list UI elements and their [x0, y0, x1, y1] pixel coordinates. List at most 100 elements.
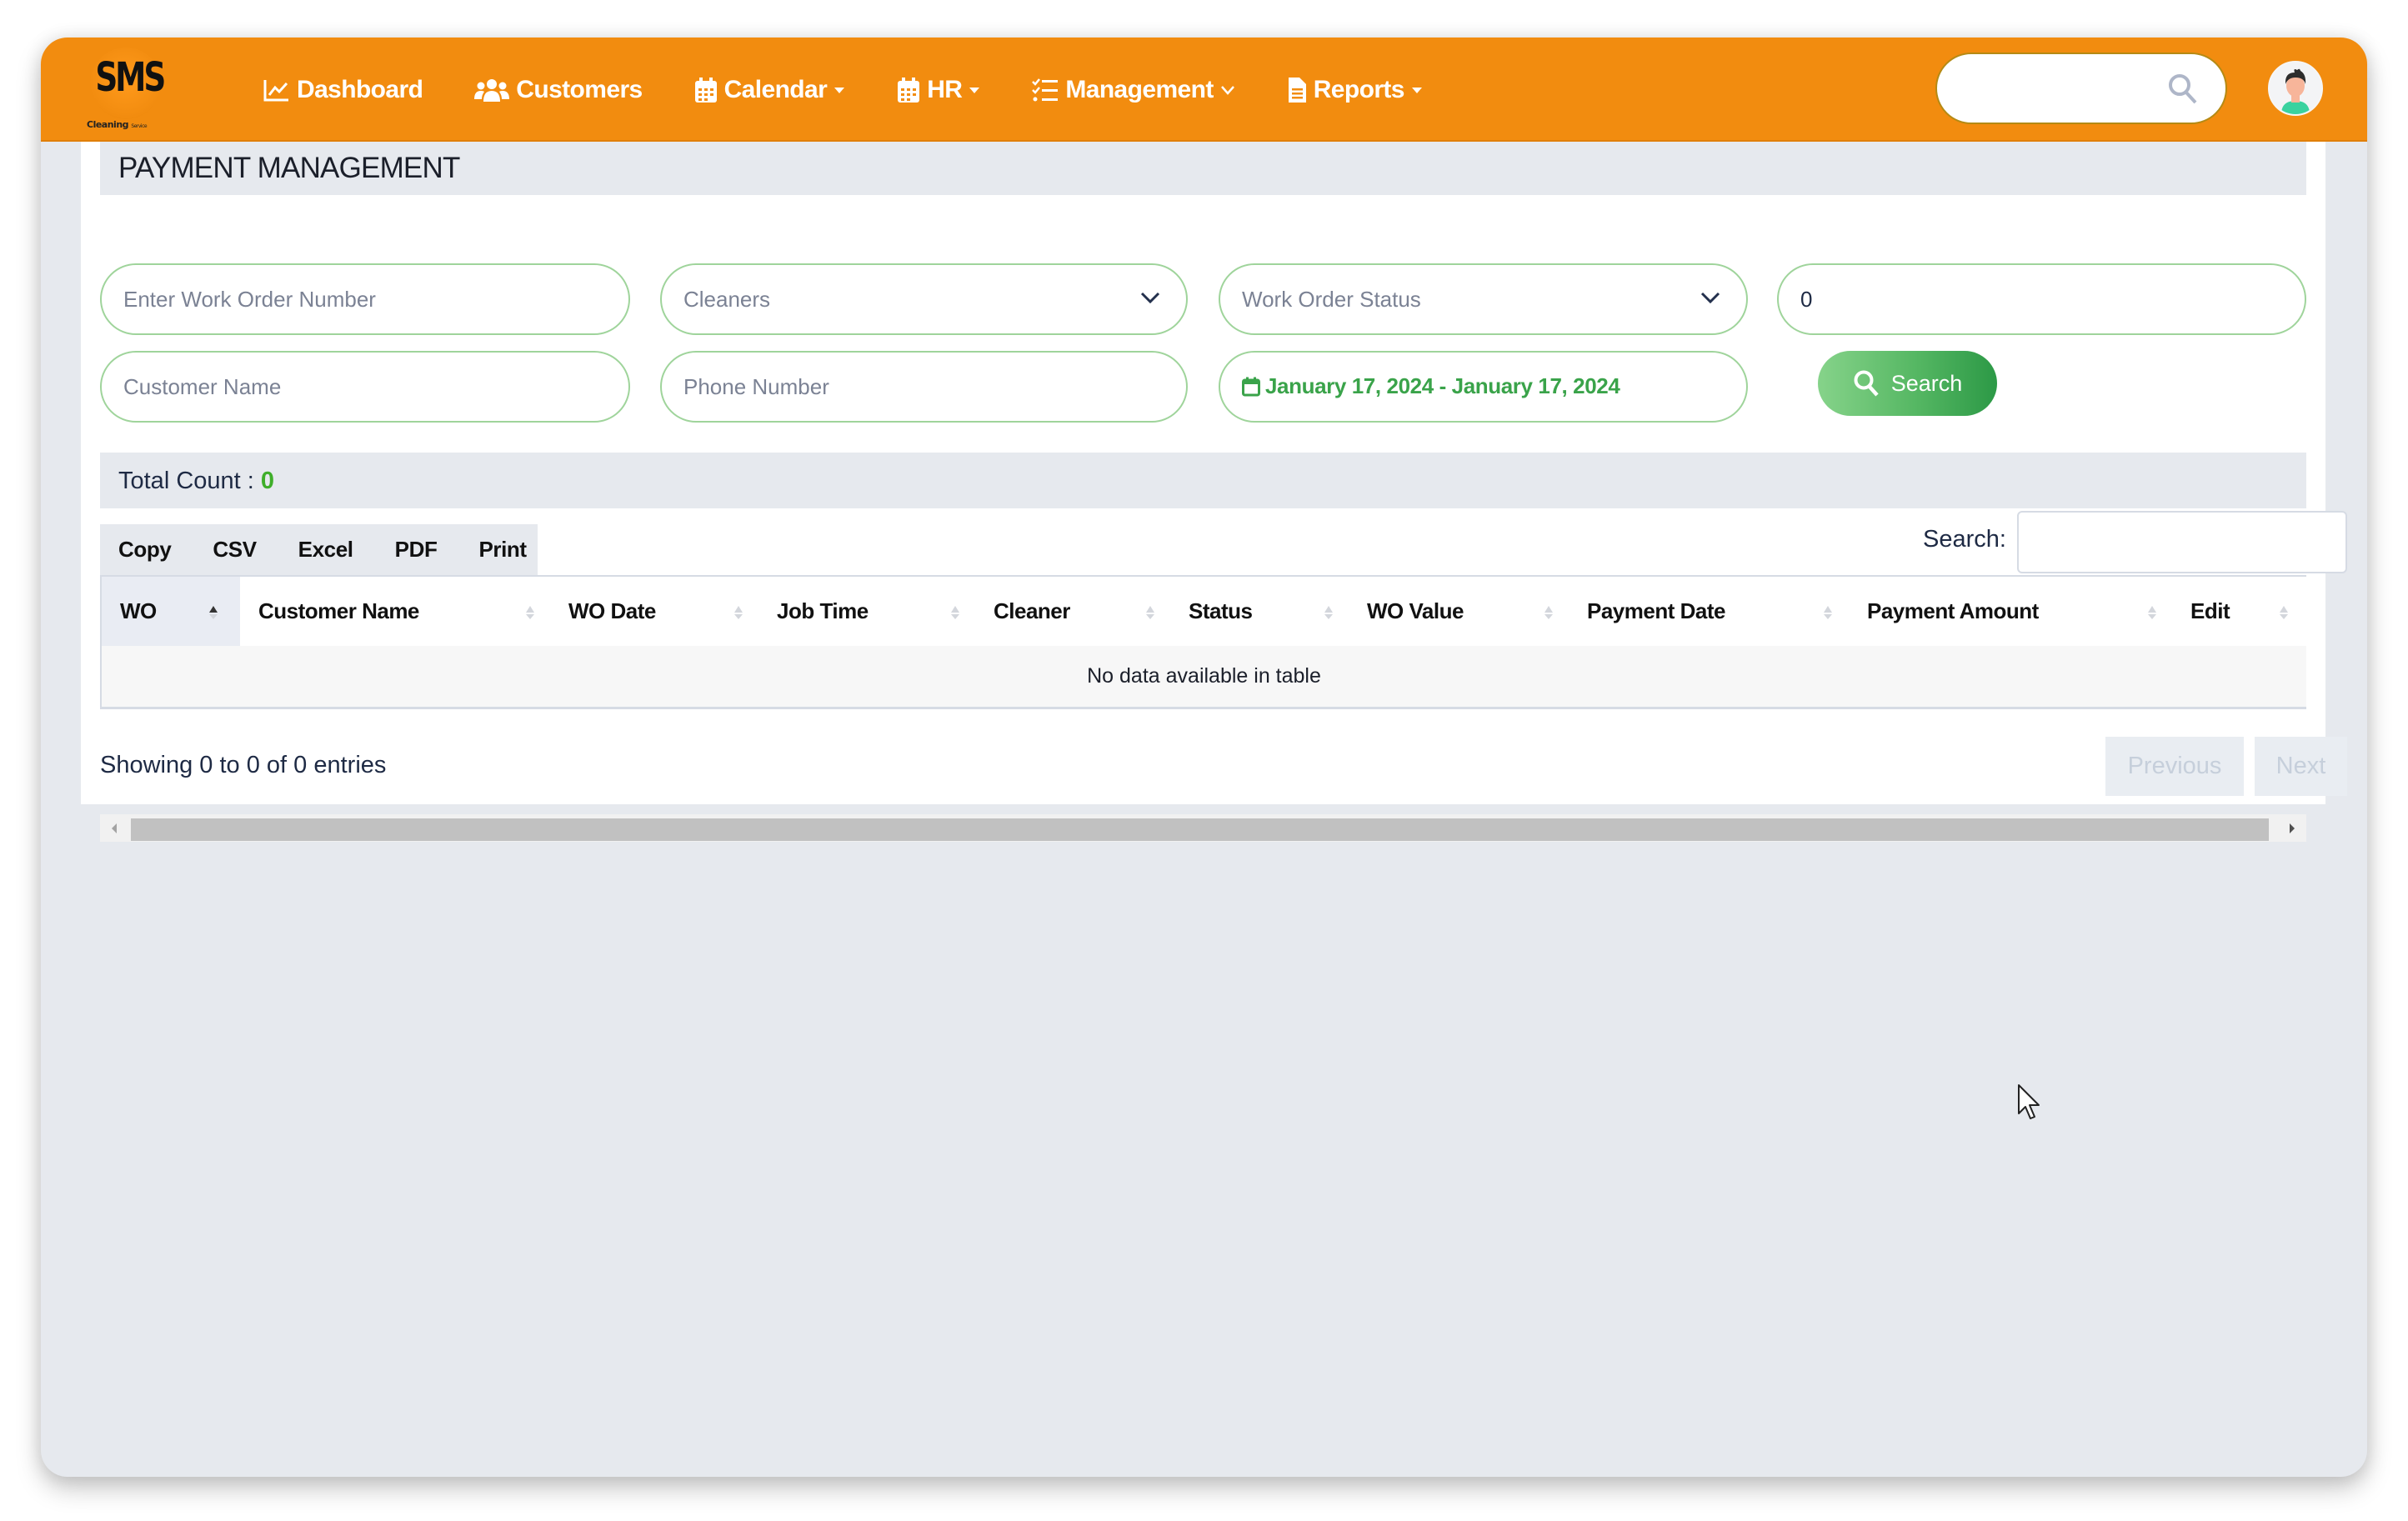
empty-message: No data available in table	[1087, 664, 1321, 688]
caret-down-icon	[1411, 87, 1422, 93]
nav-dashboard-label: Dashboard	[297, 75, 423, 103]
page-title-bar: PAYMENT MANAGEMENT	[100, 142, 2306, 195]
nav-hr-label: HR	[927, 75, 963, 103]
search-icon[interactable]	[2167, 73, 2199, 106]
search-button-label: Search	[1890, 370, 1963, 396]
page-title: PAYMENT MANAGEMENT	[118, 152, 460, 184]
nav-management-label: Management	[1065, 75, 1214, 103]
total-count-value: 0	[260, 468, 275, 494]
main-nav: Dashboard Customers Calendar HR Manageme…	[263, 38, 1474, 142]
calendar-icon	[898, 77, 920, 103]
file-icon	[1288, 77, 1306, 103]
sort-icon	[1324, 606, 1333, 619]
sort-icon	[734, 606, 743, 619]
nav-calendar[interactable]: Calendar	[694, 76, 846, 104]
nav-customers-label: Customers	[516, 75, 643, 103]
horizontal-scrollbar[interactable]	[100, 814, 2306, 842]
phone-number-field[interactable]	[660, 351, 1188, 423]
total-count: Total Count : 0	[118, 468, 275, 494]
column-header-payment-date[interactable]: Payment Date	[1569, 577, 1849, 646]
sort-icon	[1544, 606, 1553, 619]
logo[interactable]: SMS Cleaning Service	[87, 43, 170, 134]
global-search[interactable]	[1935, 53, 2227, 124]
total-count-bar: Total Count : 0	[100, 453, 2306, 508]
column-header-status[interactable]: Status	[1170, 577, 1349, 646]
chart-line-icon	[263, 79, 288, 101]
previous-page-button[interactable]: Previous	[2105, 737, 2244, 796]
customer-name-input[interactable]	[123, 353, 575, 421]
sort-icon	[951, 606, 959, 619]
column-header-cleaner[interactable]: Cleaner	[975, 577, 1170, 646]
work-order-status-select[interactable]: Work Order Status	[1219, 263, 1748, 335]
sort-icon	[2148, 606, 2156, 619]
nav-dashboard[interactable]: Dashboard	[263, 76, 423, 104]
search-button[interactable]: Search	[1818, 351, 1997, 416]
list-check-icon	[1032, 78, 1059, 101]
nav-calendar-label: Calendar	[723, 75, 828, 103]
scrollbar-thumb[interactable]	[131, 818, 2269, 841]
calendar-icon	[694, 77, 717, 103]
logo-tagline: Cleaning Service	[87, 119, 148, 130]
amount-input[interactable]	[1800, 265, 2251, 333]
global-search-input[interactable]	[1962, 71, 2162, 108]
copy-button[interactable]: Copy	[118, 537, 172, 563]
user-avatar-icon	[2270, 63, 2321, 114]
table-header-row: WO Customer Name WO Date Job Time Cleane…	[102, 577, 2306, 646]
date-range-picker[interactable]: January 17, 2024 - January 17, 2024	[1219, 351, 1748, 423]
column-header-edit[interactable]: Edit	[2172, 577, 2308, 646]
phone-number-input[interactable]	[683, 353, 1133, 421]
cleaners-select[interactable]: Cleaners	[660, 263, 1188, 335]
table-search-input[interactable]	[2017, 511, 2347, 573]
search-icon	[1854, 370, 1879, 397]
payments-table: WO Customer Name WO Date Job Time Cleane…	[100, 575, 2306, 709]
app-window: SMS Cleaning Service Dashboard Customers…	[41, 38, 2367, 1477]
nav-management[interactable]: Management	[1032, 76, 1234, 104]
work-order-status-value: Work Order Status	[1242, 287, 1421, 312]
caret-down-icon	[834, 87, 845, 93]
nav-reports[interactable]: Reports	[1287, 76, 1423, 104]
column-header-wo-value[interactable]: WO Value	[1349, 577, 1569, 646]
column-header-job-time[interactable]: Job Time	[758, 577, 975, 646]
users-icon	[474, 78, 510, 102]
print-button[interactable]: Print	[478, 537, 527, 563]
date-range-text: January 17, 2024 - January 17, 2024	[1265, 373, 1620, 398]
logo-text: SMS	[95, 54, 166, 101]
sort-asc-icon	[209, 606, 218, 619]
chevron-down-icon	[1140, 292, 1160, 304]
next-page-button[interactable]: Next	[2255, 737, 2347, 796]
csv-button[interactable]: CSV	[213, 537, 257, 563]
nav-customers[interactable]: Customers	[474, 75, 643, 104]
sort-icon	[2280, 606, 2288, 619]
column-header-wo-date[interactable]: WO Date	[550, 577, 758, 646]
export-buttons: Copy CSV Excel PDF Print	[100, 524, 538, 575]
scroll-right-arrow-icon[interactable]	[2288, 823, 2296, 834]
nav-hr[interactable]: HR	[897, 76, 980, 104]
column-header-customer-name[interactable]: Customer Name	[240, 577, 550, 646]
scroll-left-arrow-icon[interactable]	[110, 823, 118, 834]
column-header-wo[interactable]: WO	[102, 577, 240, 646]
column-header-payment-amount[interactable]: Payment Amount	[1849, 577, 2172, 646]
table-info: Showing 0 to 0 of 0 entries	[100, 752, 387, 778]
chevron-down-icon	[1700, 292, 1720, 304]
user-avatar[interactable]	[2268, 61, 2323, 116]
work-order-number-field[interactable]	[100, 263, 630, 335]
table-search-label: Search:	[1923, 526, 2006, 553]
payment-management-panel: PAYMENT MANAGEMENT Cleaners Work Order S…	[81, 142, 2347, 842]
table-empty-row: No data available in table	[102, 646, 2306, 707]
cleaners-select-value: Cleaners	[683, 287, 771, 312]
work-order-number-input[interactable]	[123, 265, 575, 333]
amount-field[interactable]	[1777, 263, 2306, 335]
date-range-display: January 17, 2024 - January 17, 2024	[1242, 373, 1620, 399]
chevron-down-icon	[1220, 85, 1234, 95]
sort-icon	[526, 606, 534, 619]
sort-icon	[1146, 606, 1154, 619]
calendar-icon	[1242, 377, 1260, 396]
top-navbar: SMS Cleaning Service Dashboard Customers…	[41, 38, 2367, 142]
sort-icon	[1824, 606, 1832, 619]
customer-name-field[interactable]	[100, 351, 630, 423]
pdf-button[interactable]: PDF	[395, 537, 438, 563]
nav-reports-label: Reports	[1313, 75, 1405, 103]
mouse-cursor-icon	[2018, 1084, 2040, 1119]
excel-button[interactable]: Excel	[298, 537, 353, 563]
caret-down-icon	[969, 87, 980, 93]
